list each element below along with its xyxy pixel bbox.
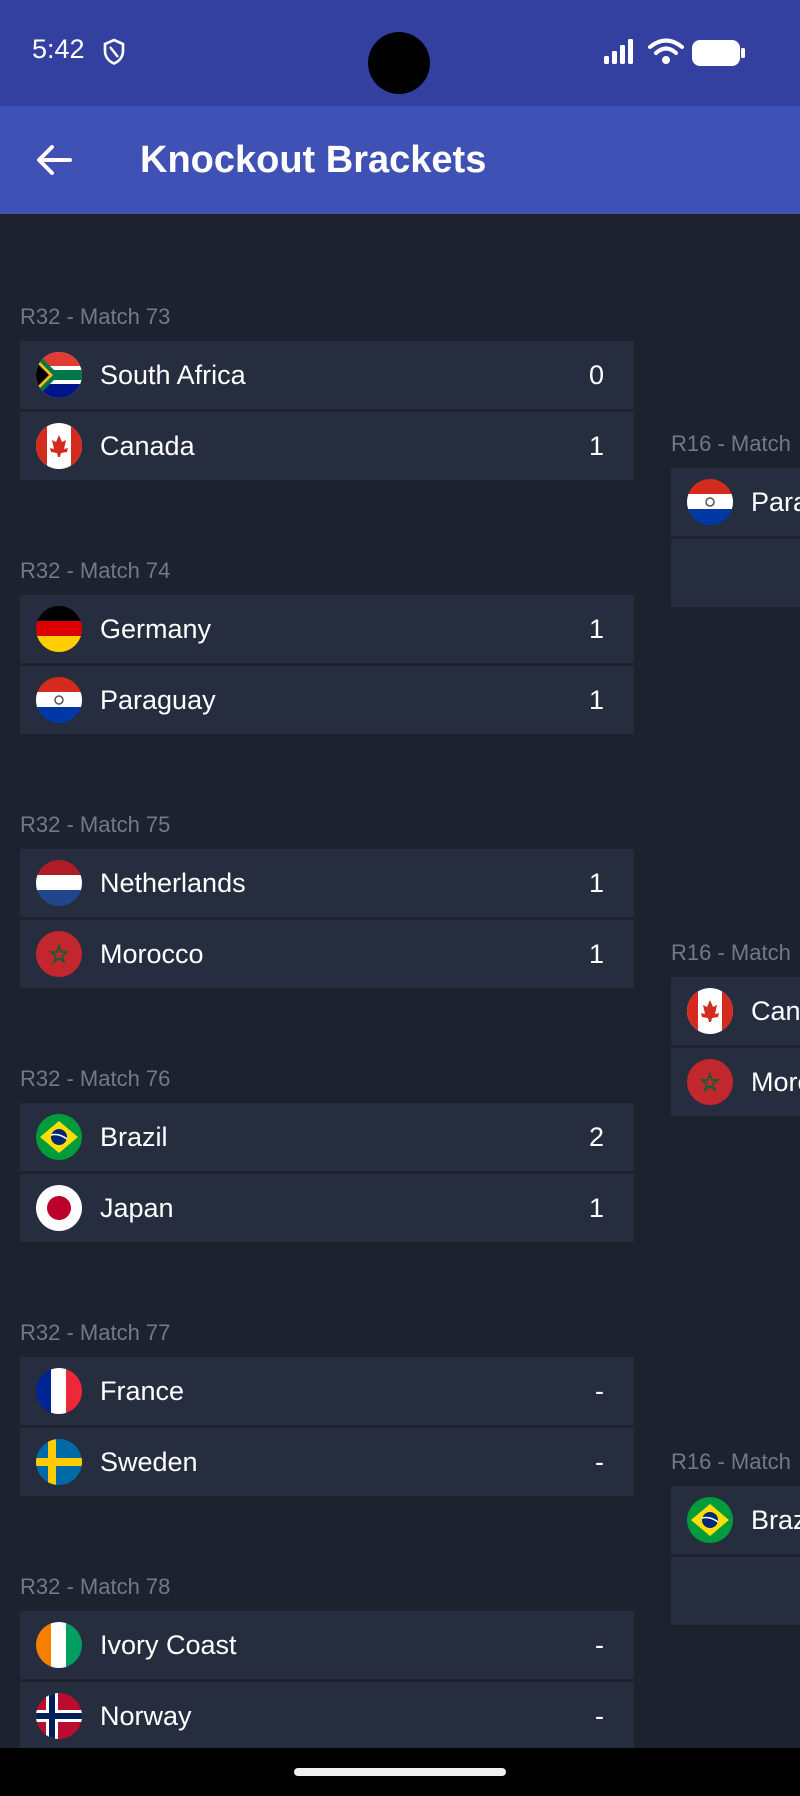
team-score: 1 xyxy=(588,614,604,644)
france-flag-icon xyxy=(36,1368,82,1414)
paraguay-flag-icon xyxy=(687,479,733,525)
team-row[interactable]: Netherlands 1 xyxy=(20,849,634,917)
team-score: - xyxy=(595,1630,604,1660)
team-score: 1 xyxy=(588,1193,604,1223)
germany-flag-icon xyxy=(36,606,82,652)
sweden-flag-icon xyxy=(36,1439,82,1485)
team-row[interactable]: Braz xyxy=(671,1486,800,1554)
bracket-content[interactable]: R32 - Match 73 South Africa 0 Canada 1 R… xyxy=(0,214,800,1748)
team-row[interactable]: Morocco 1 xyxy=(20,920,634,988)
match-label: R32 - Match 75 xyxy=(20,812,171,837)
team-row[interactable]: Moro xyxy=(671,1048,800,1116)
navigation-bar xyxy=(0,1748,800,1796)
team-name: Ivory Coast xyxy=(100,1630,237,1660)
match-label: R32 - Match 76 xyxy=(20,1066,171,1091)
team-name: Morocco xyxy=(100,939,204,969)
team-name: Netherlands xyxy=(100,868,246,898)
signal-icon xyxy=(604,39,633,64)
ivory-coast-flag-icon xyxy=(36,1622,82,1668)
morocco-flag-icon xyxy=(36,931,82,977)
norway-flag-icon xyxy=(36,1693,82,1739)
japan-flag-icon xyxy=(36,1185,82,1231)
team-name: Germany xyxy=(100,614,212,644)
team-row[interactable]: Japan 1 xyxy=(20,1174,634,1242)
netherlands-flag-icon xyxy=(36,860,82,906)
match-label: R16 - Match xyxy=(671,431,791,456)
brazil-flag-icon xyxy=(36,1114,82,1160)
status-bar: 5:42 xyxy=(0,0,800,106)
morocco-flag-icon xyxy=(687,1059,733,1105)
team-score: 2 xyxy=(588,1122,604,1152)
app-bar: Knockout Brackets xyxy=(0,106,800,214)
team-name: Japan xyxy=(100,1193,174,1223)
shield-icon xyxy=(103,38,125,65)
team-row[interactable]: Norway - xyxy=(20,1682,634,1748)
team-row[interactable]: Ivory Coast - xyxy=(20,1611,634,1679)
canada-flag-icon xyxy=(687,988,733,1034)
team-name: Brazil xyxy=(100,1122,168,1152)
team-name: Paraguay xyxy=(100,685,216,715)
team-name: South Africa xyxy=(100,360,246,390)
match-label: R32 - Match 73 xyxy=(20,304,171,329)
match-label: R32 - Match 77 xyxy=(20,1320,171,1345)
wifi-icon xyxy=(648,38,684,64)
team-row[interactable]: France - xyxy=(20,1357,634,1425)
canada-flag-icon xyxy=(36,423,82,469)
match-label: R32 - Match 74 xyxy=(20,558,171,583)
match-label: R16 - Match xyxy=(671,940,791,965)
team-row[interactable]: Para xyxy=(671,468,800,536)
arrow-left-icon[interactable] xyxy=(30,136,78,184)
team-row[interactable]: Brazil 2 xyxy=(20,1103,634,1171)
page-title: Knockout Brackets xyxy=(140,139,487,181)
team-name: Norway xyxy=(100,1701,192,1731)
south-africa-flag-icon xyxy=(36,352,82,398)
team-name: Canada xyxy=(100,431,195,461)
team-name: Cana xyxy=(751,996,800,1026)
team-row[interactable]: Sweden - xyxy=(20,1428,634,1496)
team-name: Moro xyxy=(751,1067,800,1097)
team-row[interactable]: South Africa 0 xyxy=(20,341,634,409)
team-score: 1 xyxy=(588,431,604,461)
brazil-flag-icon xyxy=(687,1497,733,1543)
paraguay-flag-icon xyxy=(36,677,82,723)
team-score: - xyxy=(595,1447,604,1477)
team-score: 1 xyxy=(588,685,604,715)
team-name: Para xyxy=(751,487,800,517)
team-name: Braz xyxy=(751,1505,800,1535)
team-row[interactable] xyxy=(671,1557,800,1625)
team-score: - xyxy=(595,1376,604,1406)
team-row[interactable]: Canada 1 xyxy=(20,412,634,480)
team-score: 1 xyxy=(588,939,604,969)
team-row[interactable]: Cana xyxy=(671,977,800,1045)
team-score: - xyxy=(595,1701,604,1731)
camera-cutout xyxy=(368,32,430,94)
match-label: R32 - Match 78 xyxy=(20,1574,171,1599)
status-time: 5:42 xyxy=(32,34,85,64)
team-score: 1 xyxy=(588,868,604,898)
team-name: Sweden xyxy=(100,1447,198,1477)
team-row[interactable]: Paraguay 1 xyxy=(20,666,634,734)
team-name: France xyxy=(100,1376,185,1406)
home-gesture-handle[interactable] xyxy=(294,1768,506,1776)
team-row[interactable] xyxy=(671,539,800,607)
team-row[interactable]: Germany 1 xyxy=(20,595,634,663)
team-score: 0 xyxy=(588,360,604,390)
match-label: R16 - Match xyxy=(671,1449,791,1474)
battery-icon xyxy=(692,40,745,66)
